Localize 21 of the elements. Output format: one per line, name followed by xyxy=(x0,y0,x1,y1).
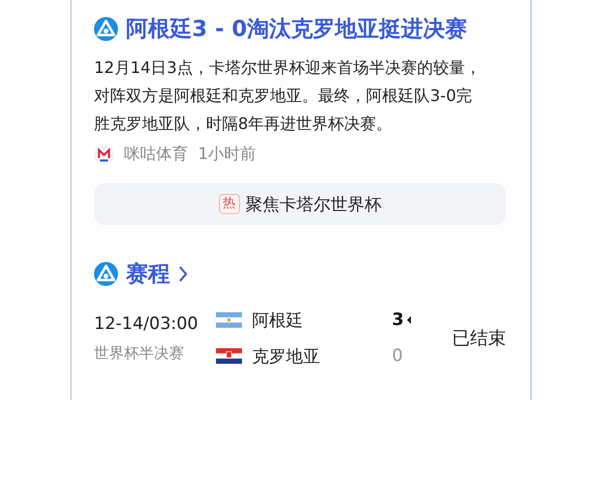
match-status: 已结束 xyxy=(452,327,506,350)
team-name: 克罗地亚 xyxy=(252,346,321,368)
publish-time: 1小时前 xyxy=(198,144,256,165)
team-score: 3 xyxy=(392,310,404,330)
article-title[interactable]: 阿根廷3 - 0淘汰克罗地亚挺进决赛 xyxy=(126,14,468,44)
winner-marker-icon xyxy=(406,316,411,324)
match-stage: 世界杯半决赛 xyxy=(94,344,185,362)
flag-icon xyxy=(216,348,242,364)
flag-icon xyxy=(216,312,242,328)
topic-link[interactable]: 热 聚焦卡塔尔世界杯 xyxy=(94,183,506,225)
logo-icon xyxy=(94,17,118,41)
source-name: 咪咕体育 xyxy=(124,144,188,165)
match-time: 12-14/03:00 xyxy=(94,314,200,334)
chevron-icon[interactable] xyxy=(178,265,188,283)
team-score: 0 xyxy=(392,346,403,366)
schedule-title[interactable]: 赛程 xyxy=(126,259,170,289)
logo-icon xyxy=(94,262,118,286)
team-name: 阿根廷 xyxy=(252,310,304,332)
source-logo-icon xyxy=(94,144,114,164)
hot-badge: 热 xyxy=(218,194,240,214)
article-summary: 12月14日3点，卡塔尔世界杯迎来首场半决赛的较量，对阵双方是阿根廷和克罗地亚。最终，阿根廷队3-0完胜克罗地亚队，时隔8年再进世界杯决赛。 xyxy=(94,57,482,135)
